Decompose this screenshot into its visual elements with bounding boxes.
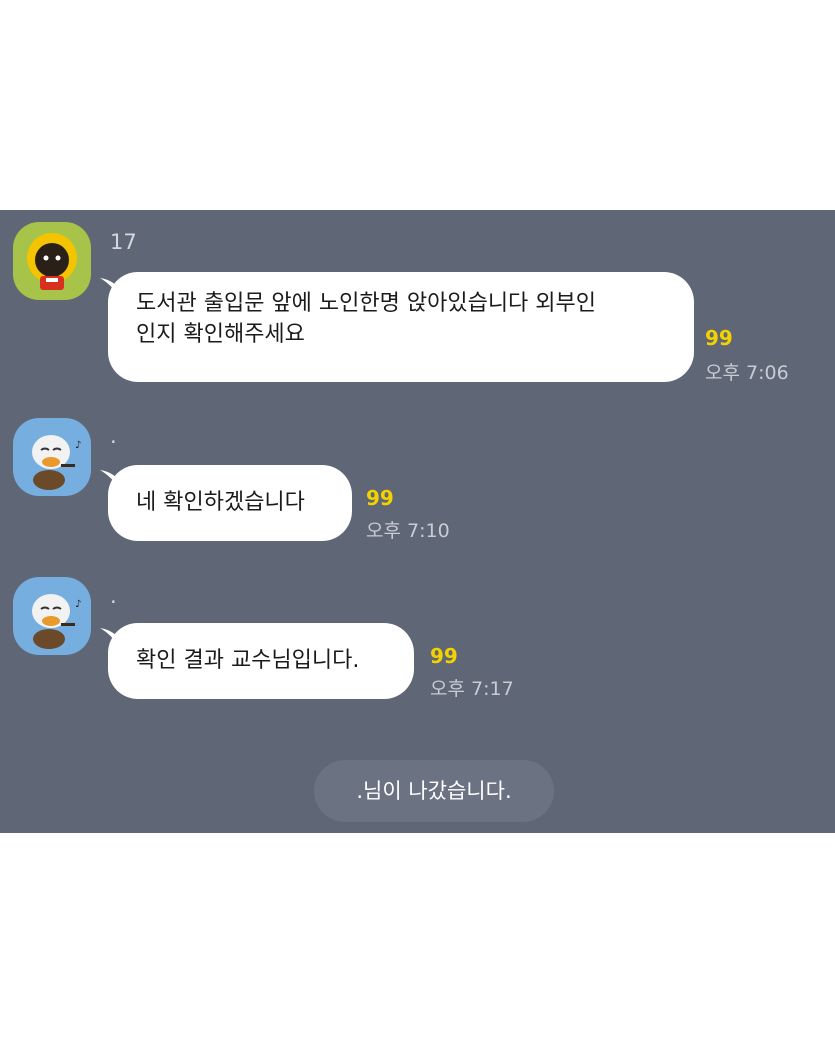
sender-name: . [110, 584, 117, 608]
message-bubble[interactable]: 확인 결과 교수님입니다. [108, 623, 414, 699]
sender-name: . [110, 424, 117, 448]
message-time: 오후 7:06 [705, 362, 789, 384]
guitar-character-avatar-icon[interactable]: ♪ [13, 418, 91, 496]
afro-character-avatar-icon[interactable] [13, 222, 91, 300]
unread-count: 99 [366, 486, 394, 510]
svg-text:♪: ♪ [75, 599, 81, 610]
message-time: 오후 7:10 [366, 520, 450, 542]
message-text: 확인 결과 교수님입니다. [136, 648, 360, 673]
sender-name: 17 [110, 230, 137, 254]
screenshot-page: 17 도서관 출입문 앞에 노인한명 앉아있습니다 외부인 인지 확인해주세요 … [0, 0, 835, 1044]
message-text-line: 도서관 출입문 앞에 노인한명 앉아있습니다 외부인 [136, 291, 597, 316]
message-bubble[interactable]: 네 확인하겠습니다 [108, 465, 352, 541]
unread-count: 99 [705, 326, 733, 350]
unread-count: 99 [430, 644, 458, 668]
message-time: 오후 7:17 [430, 678, 514, 700]
message-bubble[interactable]: 도서관 출입문 앞에 노인한명 앉아있습니다 외부인 인지 확인해주세요 [108, 272, 694, 382]
message-text: 네 확인하겠습니다 [136, 490, 305, 515]
system-notice-left-chat: .님이 나갔습니다. [314, 760, 554, 822]
guitar-character-avatar-icon[interactable]: ♪ [13, 577, 91, 655]
svg-text:♪: ♪ [75, 440, 81, 451]
message-text-line: 인지 확인해주세요 [136, 322, 305, 347]
